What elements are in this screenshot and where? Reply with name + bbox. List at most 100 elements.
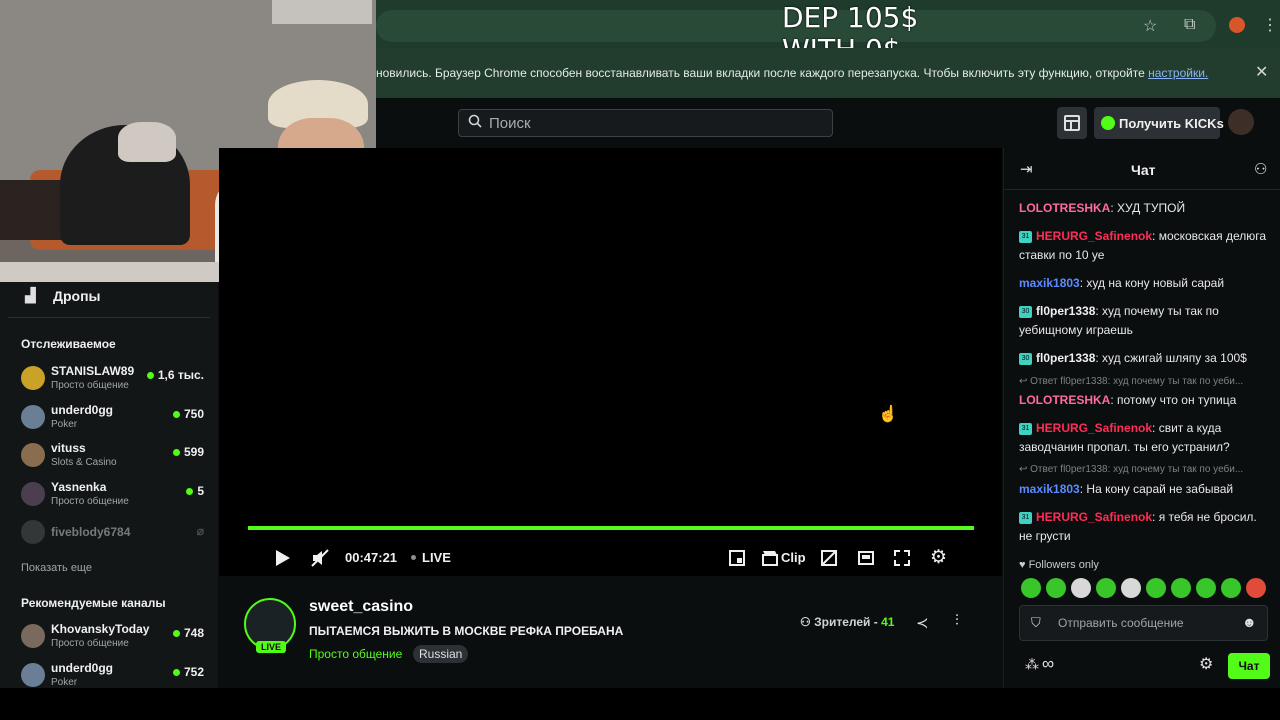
chat-message: 31 HERURG_Safinenok: свит а куда заводчан… (1019, 419, 1267, 457)
streamer-name[interactable]: sweet_casino (309, 598, 413, 616)
chat-username[interactable]: HERURG_Safinenok (1036, 510, 1152, 524)
stream-title: ПЫТАЕМСЯ ВЫЖИТЬ В МОСКВЕ РЕФКА ПРОЕБАНА (309, 624, 624, 638)
chat-users-icon[interactable]: ⚇ (1254, 160, 1267, 178)
clip-icon[interactable] (762, 550, 778, 566)
close-icon[interactable]: ✕ (1255, 62, 1268, 82)
channel-name: underd0gg (51, 402, 113, 417)
chat-input[interactable] (1058, 614, 1238, 632)
channel-avatar (21, 481, 45, 506)
layout-button[interactable] (1057, 107, 1087, 139)
show-more-link[interactable]: Показать еще (21, 562, 92, 574)
theater-mode-icon[interactable] (858, 551, 874, 565)
language-tag[interactable]: Russian (413, 645, 469, 663)
channel-avatar (21, 624, 45, 648)
emote-icon[interactable] (1171, 578, 1191, 598)
chat-settings-icon[interactable]: ⚙ (1199, 654, 1213, 674)
emote-icon[interactable] (1046, 578, 1066, 598)
settings-icon[interactable]: ⚙ (930, 546, 947, 569)
fullscreen-icon[interactable] (894, 550, 910, 566)
live-dot-icon (186, 487, 194, 495)
search-input[interactable] (489, 113, 819, 133)
emote-icon[interactable] (1146, 578, 1166, 598)
divider (8, 317, 210, 318)
chat-message: 30 fl0per1338: худ сжигай шляпу за 100$ (1019, 349, 1267, 368)
points-icon[interactable]: ⁂ (1025, 656, 1039, 673)
overlay-line1: DEP 105$ (782, 1, 919, 34)
stream-category[interactable]: Просто общение (309, 647, 402, 661)
emote-bar (1021, 578, 1269, 598)
channel-category: Просто общение (51, 638, 129, 649)
user-avatar[interactable] (1228, 109, 1254, 135)
channel-row[interactable]: vituss Slots & Casino 599 (21, 441, 207, 477)
chat-username[interactable]: LOLOTRESHKA (1019, 393, 1110, 407)
viewer-count: ⚇ Зрителей - 41 (800, 615, 894, 629)
progress-fill (248, 526, 974, 530)
viewers-icon: ⚇ (800, 615, 815, 629)
chat-text: : потому что он тупица (1110, 393, 1237, 407)
play-icon[interactable] (275, 549, 291, 567)
clip-button[interactable]: Clip (781, 550, 806, 565)
drops-link[interactable]: Дропы (53, 288, 101, 304)
viewer-count-value: 750 (183, 406, 204, 421)
emote-icon[interactable] (1096, 578, 1116, 598)
channel-row[interactable]: STANISLAW89 Просто общение 1,6 тыс. (21, 364, 207, 400)
viewers-label: Зрителей - (814, 615, 882, 629)
channel-row[interactable]: fiveblody6784 ⌀ (21, 518, 207, 554)
emote-icon[interactable] (1246, 578, 1266, 598)
shield-icon: ⛉ (1031, 615, 1041, 630)
reply-context: ↩ Ответ fl0per1338: худ почему ты так по… (1019, 464, 1244, 475)
channel-viewers: 5 (186, 484, 204, 498)
chat-username[interactable]: maxik1803 (1019, 482, 1080, 496)
share-icon[interactable]: ≺ (916, 614, 929, 632)
collapse-chat-icon[interactable]: ⇥ (1020, 160, 1033, 178)
viewer-count-value: 5 (197, 483, 204, 498)
chat-username[interactable]: LOLOTRESHKA (1019, 201, 1110, 215)
chat-title: Чат (1131, 162, 1156, 178)
chat-username[interactable]: fl0per1338 (1036, 351, 1095, 365)
options-icon[interactable]: ⫶ (955, 612, 959, 629)
viewer-count-value: 748 (183, 626, 204, 640)
reply-context: ↩ Ответ fl0per1338: худ почему ты так по… (1019, 376, 1244, 387)
live-badge: LIVE (256, 641, 287, 653)
star-icon[interactable]: ☆ (1143, 16, 1157, 36)
channel-viewers: 599 (172, 445, 204, 459)
channel-viewers: 750 (172, 406, 204, 421)
extensions-icon[interactable]: ⧉ (1184, 16, 1195, 34)
offline-icon: ⌀ (196, 524, 204, 538)
video-player[interactable] (219, 148, 1002, 576)
following-title: Отслеживаемое (21, 337, 116, 351)
emote-icon[interactable] (1021, 578, 1041, 598)
emote-icon[interactable] (1196, 578, 1216, 598)
chat-username[interactable]: maxik1803 (1019, 276, 1080, 290)
recommended-title: Рекомендуемые каналы (21, 596, 166, 610)
channel-viewers: 752 (172, 664, 204, 679)
live-label[interactable]: LIVE (422, 550, 451, 565)
channel-category: Poker (51, 418, 78, 430)
infobar-settings-link[interactable]: настройки. (1148, 66, 1208, 80)
channel-row[interactable]: KhovanskyToday Просто общение 748 (21, 622, 207, 658)
menu-dots-icon[interactable]: ⋮ (1262, 15, 1278, 35)
channel-row[interactable]: Yasnenka Просто общение 5 (21, 480, 207, 516)
mute-icon[interactable] (311, 549, 329, 567)
chat-username[interactable]: fl0per1338 (1036, 304, 1095, 318)
emote-icon[interactable] (1121, 578, 1141, 598)
quality-icon[interactable] (821, 550, 837, 566)
miniplayer-icon[interactable] (729, 550, 745, 566)
chat-username[interactable]: HERURG_Safinenok (1036, 229, 1152, 243)
chat-text: : худ сжигай шляпу за 100$ (1095, 351, 1247, 365)
channel-avatar (21, 520, 45, 544)
subscriber-badge-icon: 30 (1019, 305, 1032, 318)
emote-icon[interactable] (1221, 578, 1241, 598)
channel-row[interactable]: underd0gg Poker 750 (21, 403, 207, 439)
profile-icon[interactable] (1229, 17, 1245, 33)
channel-name: Yasnenka (51, 479, 107, 494)
chat-send-button[interactable]: Чат (1228, 653, 1270, 679)
channel-viewers: 748 (172, 626, 204, 640)
chat-username[interactable]: HERURG_Safinenok (1036, 421, 1152, 435)
channel-category: Poker (51, 676, 78, 688)
emoji-icon[interactable]: ☻ (1242, 614, 1257, 630)
viewer-count-value: 752 (183, 664, 204, 679)
chat-text: : На кону сарай не забывай (1079, 482, 1234, 496)
emote-icon[interactable] (1071, 578, 1091, 598)
channel-avatar (21, 404, 45, 429)
